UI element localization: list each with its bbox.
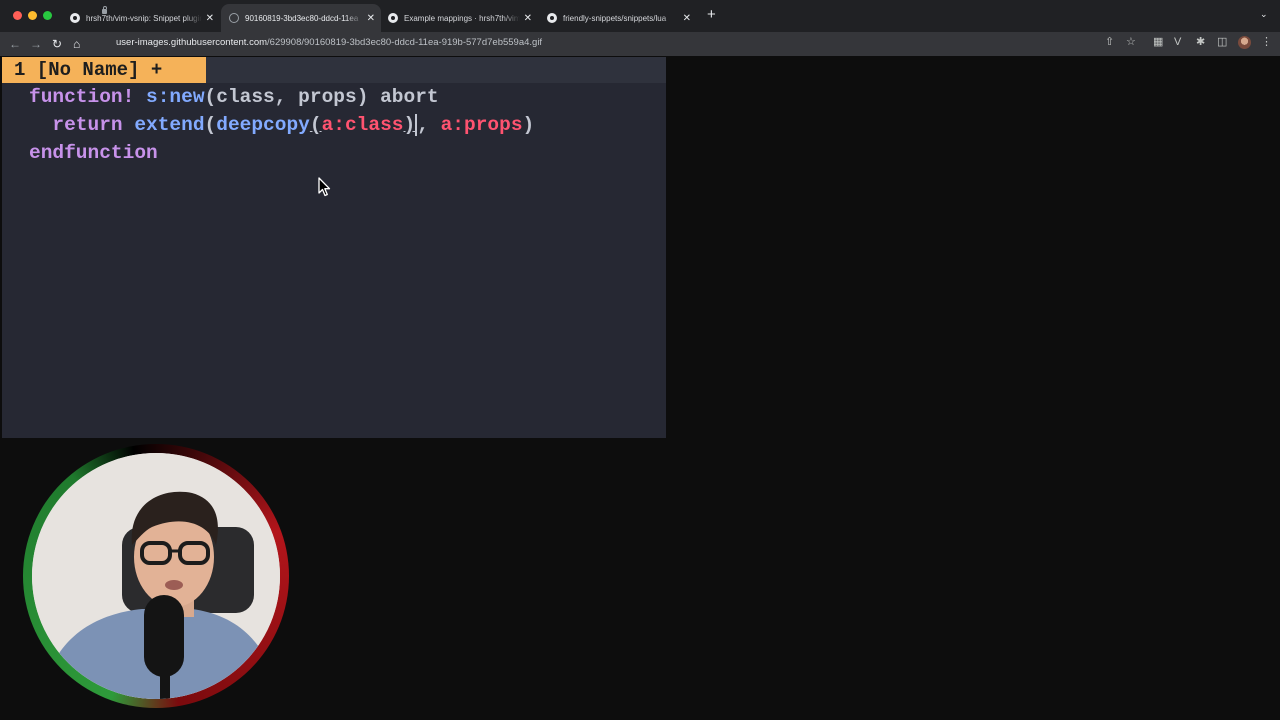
vim-editor: 1 [No Name] + function! s:new(class, pro… <box>2 57 666 438</box>
new-tab-button[interactable]: + <box>707 7 716 23</box>
share-icon[interactable]: ⇧ <box>1105 36 1114 48</box>
tab-title: Example mappings · hrsh7th/vim-vsnip <box>404 13 520 23</box>
tab-close-icon[interactable]: ✕ <box>683 13 691 24</box>
browser-tab-active[interactable]: 90160819-3bd3ec80-ddcd-11ea ✕ <box>221 4 381 32</box>
code-param: props <box>298 86 357 108</box>
code-line-2: return extend(deepcopy(a:class), a:props… <box>29 111 534 139</box>
code-modifier: abort <box>380 86 439 108</box>
code-paren: ) <box>522 114 535 136</box>
lock-icon[interactable] <box>102 6 107 14</box>
address-bar[interactable]: user-images.githubusercontent.com/629908… <box>116 37 542 48</box>
bookmark-star-icon[interactable]: ☆ <box>1126 36 1136 48</box>
presenter-image <box>32 453 280 699</box>
code-paren-matched: ( <box>309 114 322 136</box>
browser-tab-bar: hrsh7th/vim-vsnip: Snippet plugin ✕ 9016… <box>0 0 1280 32</box>
browser-tab[interactable]: friendly-snippets/snippets/lua ✕ <box>539 4 697 32</box>
tab-title: 90160819-3bd3ec80-ddcd-11ea <box>245 13 359 23</box>
window-minimize-button[interactable] <box>28 11 37 20</box>
back-arrow-icon[interactable]: ← <box>9 36 21 52</box>
github-icon <box>388 13 398 23</box>
code-keyword: endfunction <box>29 142 158 164</box>
code-variable: a:class <box>321 114 404 136</box>
code-paren: ( <box>204 114 217 136</box>
window-maximize-button[interactable] <box>43 11 52 20</box>
mouse-pointer-icon <box>318 177 331 197</box>
window-close-button[interactable] <box>13 11 22 20</box>
extensions-puzzle-icon[interactable]: ✱ <box>1196 36 1205 48</box>
vim-tab-active: 1 [No Name] + <box>2 57 206 83</box>
browser-tab[interactable]: hrsh7th/vim-vsnip: Snippet plugin ✕ <box>62 4 220 32</box>
more-menu-icon[interactable]: ⋮ <box>1261 35 1272 48</box>
code-paren: ( <box>204 86 217 108</box>
tab-title: hrsh7th/vim-vsnip: Snippet plugin <box>86 13 202 23</box>
github-icon <box>70 13 80 23</box>
profile-avatar[interactable] <box>1238 36 1251 49</box>
code-variable: a:props <box>440 114 523 136</box>
tab-title: friendly-snippets/snippets/lua <box>563 13 667 23</box>
vim-tabline: 1 [No Name] + <box>2 57 666 83</box>
vimium-icon[interactable]: V <box>1174 36 1181 48</box>
tab-close-icon[interactable]: ✕ <box>524 13 532 24</box>
presenter-video <box>32 453 280 699</box>
code-function-name: s:new <box>146 86 205 108</box>
globe-icon <box>229 13 239 23</box>
forward-arrow-icon[interactable]: → <box>30 36 42 52</box>
code-paren-matched: ) <box>403 114 418 136</box>
code-paren: ) <box>356 86 369 108</box>
tab-search-chevron-icon[interactable]: ⌄ <box>1260 9 1268 20</box>
code-param: class <box>216 86 275 108</box>
code-separator: , <box>417 114 429 136</box>
code-keyword: return <box>52 114 123 136</box>
url-host: user-images.githubusercontent.com <box>116 37 268 48</box>
side-panel-icon[interactable]: ◫ <box>1217 36 1227 48</box>
url-path: /629908/90160819-3bd3ec80-ddcd-11ea-919b… <box>267 37 543 48</box>
code-function-call: deepcopy <box>216 114 310 136</box>
browser-tab[interactable]: Example mappings · hrsh7th/vim-vsnip ✕ <box>380 4 538 32</box>
webcam-overlay <box>23 444 289 708</box>
code-separator: , <box>274 86 299 108</box>
tab-close-icon[interactable]: ✕ <box>367 13 375 24</box>
tab-close-icon[interactable]: ✕ <box>206 13 214 24</box>
code-line-1: function! s:new(class, props) abort <box>29 83 439 111</box>
github-icon <box>547 13 557 23</box>
code-function-call: extend <box>134 114 205 136</box>
code-line-3: endfunction <box>29 139 158 167</box>
home-icon[interactable]: ⌂ <box>73 36 80 52</box>
extension-grid-icon[interactable]: ▦ <box>1153 36 1163 48</box>
reload-icon[interactable]: ↻ <box>52 36 62 52</box>
code-keyword: function! <box>29 86 135 108</box>
